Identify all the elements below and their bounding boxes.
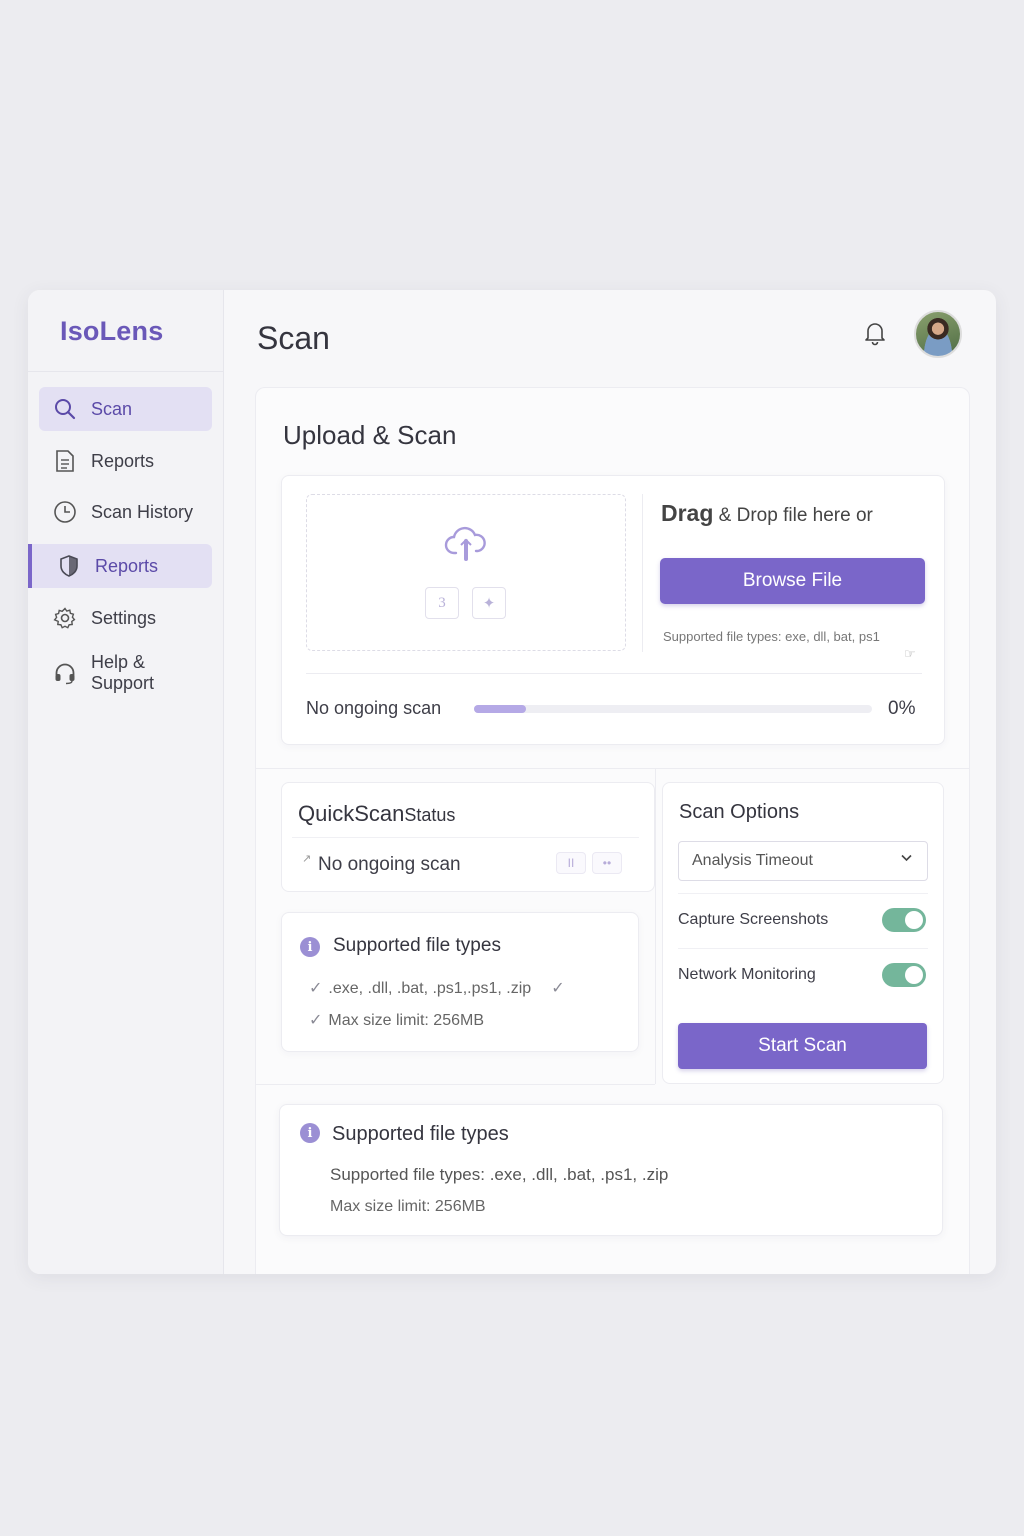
quickscan-status-text: No ongoing scan <box>318 854 461 875</box>
app-logo: IsoLens <box>28 290 223 372</box>
spinner-icon: ↗ <box>302 853 312 865</box>
document-icon <box>53 449 77 473</box>
analysis-timeout-select[interactable]: Analysis Timeout <box>678 841 928 881</box>
content-panel: Upload & Scan 3 ✦ Drag & Drop file here … <box>255 387 970 1274</box>
page-title: Scan <box>257 320 330 356</box>
gear-icon <box>53 606 77 630</box>
search-icon <box>53 397 77 421</box>
info-icon: i <box>300 937 320 957</box>
quickscan-title: QuickScanStatus <box>298 801 455 827</box>
progress-percent: 0% <box>888 698 916 719</box>
sidebar-item-label: Reports <box>91 450 155 471</box>
network-monitoring-label: Network Monitoring <box>678 966 816 983</box>
divider <box>256 768 969 769</box>
check-icon: ✓ <box>309 1012 323 1029</box>
network-monitoring-toggle[interactable] <box>882 963 926 987</box>
supported-types-title: Supported file types <box>333 935 501 956</box>
sidebar-item-scan[interactable]: Scan <box>39 387 212 431</box>
bell-icon[interactable] <box>862 320 888 346</box>
sidebar-item-settings[interactable]: Settings <box>39 596 212 640</box>
supported-types-text: .exe, .dll, .bat, .ps1,.ps1, .zip <box>328 980 532 997</box>
supported-types-footer-card: i Supported file types Supported file ty… <box>279 1104 943 1236</box>
start-scan-button[interactable]: Start Scan <box>678 1023 927 1069</box>
main-area: Scan Upload & Scan 3 ✦ Drag & Drop file … <box>224 290 996 1274</box>
chevron-down-icon <box>900 851 913 867</box>
mini-upload-button[interactable]: ✦ <box>472 587 506 619</box>
divider <box>642 494 643 652</box>
quickscan-title-sub: Status <box>404 805 456 825</box>
scan-options-card: Scan Options Analysis Timeout Capture Sc… <box>662 782 944 1084</box>
check-icon: ✓ <box>551 980 565 997</box>
drag-rest-text: & Drop file here or <box>713 505 873 526</box>
clock-icon <box>53 500 77 524</box>
network-monitoring-row: Network Monitoring <box>678 948 928 1002</box>
progress-bar <box>474 705 872 713</box>
scan-options-title: Scan Options <box>679 801 800 823</box>
footer-max-size: Max size limit: 256MB <box>330 1198 486 1215</box>
drop-zone[interactable]: 3 ✦ <box>306 494 626 651</box>
sidebar-item-label: Reports <box>95 555 159 576</box>
footer-supported-types: Supported file types: .exe, .dll, .bat, … <box>330 1165 669 1184</box>
sidebar: IsoLens Scan Reports Scan History Report… <box>28 290 224 1274</box>
supported-types-list: ✓ .exe, .dll, .bat, .ps1,.ps1, .zip ✓ <box>309 978 571 998</box>
sidebar-item-label: Scan History <box>91 501 194 522</box>
max-size-line: ✓ Max size limit: 256MB <box>309 1010 484 1030</box>
upload-section-title: Upload & Scan <box>283 420 457 450</box>
sidebar-item-reports-security[interactable]: Reports <box>28 544 212 588</box>
drag-drop-text: Drag & Drop file here or <box>661 500 873 527</box>
shield-icon <box>57 554 81 578</box>
sidebar-item-reports[interactable]: Reports <box>39 439 212 483</box>
browse-file-button[interactable]: Browse File <box>660 558 925 604</box>
avatar[interactable] <box>914 310 962 358</box>
max-size-text: Max size limit: 256MB <box>328 1012 484 1029</box>
capture-screenshots-row: Capture Screenshots <box>678 893 928 947</box>
pause-button[interactable]: II <box>556 852 586 874</box>
capture-screenshots-toggle[interactable] <box>882 908 926 932</box>
check-icon: ✓ <box>309 980 323 997</box>
upload-card: 3 ✦ Drag & Drop file here or Browse File… <box>281 475 945 745</box>
quickscan-status-card: QuickScanStatus ↗ No ongoing scan II •• <box>281 782 655 892</box>
more-options-button[interactable]: •• <box>592 852 622 874</box>
capture-screenshots-label: Capture Screenshots <box>678 911 829 928</box>
divider <box>655 768 656 1084</box>
sidebar-item-label: Settings <box>91 607 157 628</box>
sidebar-item-help[interactable]: Help & Support <box>39 651 212 695</box>
app-window: IsoLens Scan Reports Scan History Report… <box>28 290 996 1274</box>
info-icon: i <box>300 1123 320 1143</box>
quickscan-title-main: QuickScan <box>298 801 405 826</box>
supported-types-card: i Supported file types ✓ .exe, .dll, .bat… <box>281 912 639 1052</box>
footer-card-title: Supported file types <box>332 1123 509 1145</box>
pointer-icon: ☞ <box>904 646 916 661</box>
progress-fill <box>474 705 526 713</box>
select-value: Analysis Timeout <box>692 852 813 869</box>
sidebar-item-label: Help & Support <box>91 652 155 693</box>
scan-status-text: No ongoing scan <box>306 698 442 718</box>
supported-types-hint: Supported file types: exe, dll, bat, ps1 <box>663 629 880 644</box>
mini-counter-button[interactable]: 3 <box>425 587 459 619</box>
sidebar-item-scan-history[interactable]: Scan History <box>39 490 212 534</box>
drag-bold-text: Drag <box>661 500 714 526</box>
divider <box>306 673 922 674</box>
divider <box>256 1084 655 1085</box>
quickscan-row: ↗ No ongoing scan II •• <box>292 837 639 889</box>
headset-icon <box>53 661 77 685</box>
cloud-upload-icon <box>443 525 489 565</box>
sidebar-item-label: Scan <box>91 398 133 419</box>
